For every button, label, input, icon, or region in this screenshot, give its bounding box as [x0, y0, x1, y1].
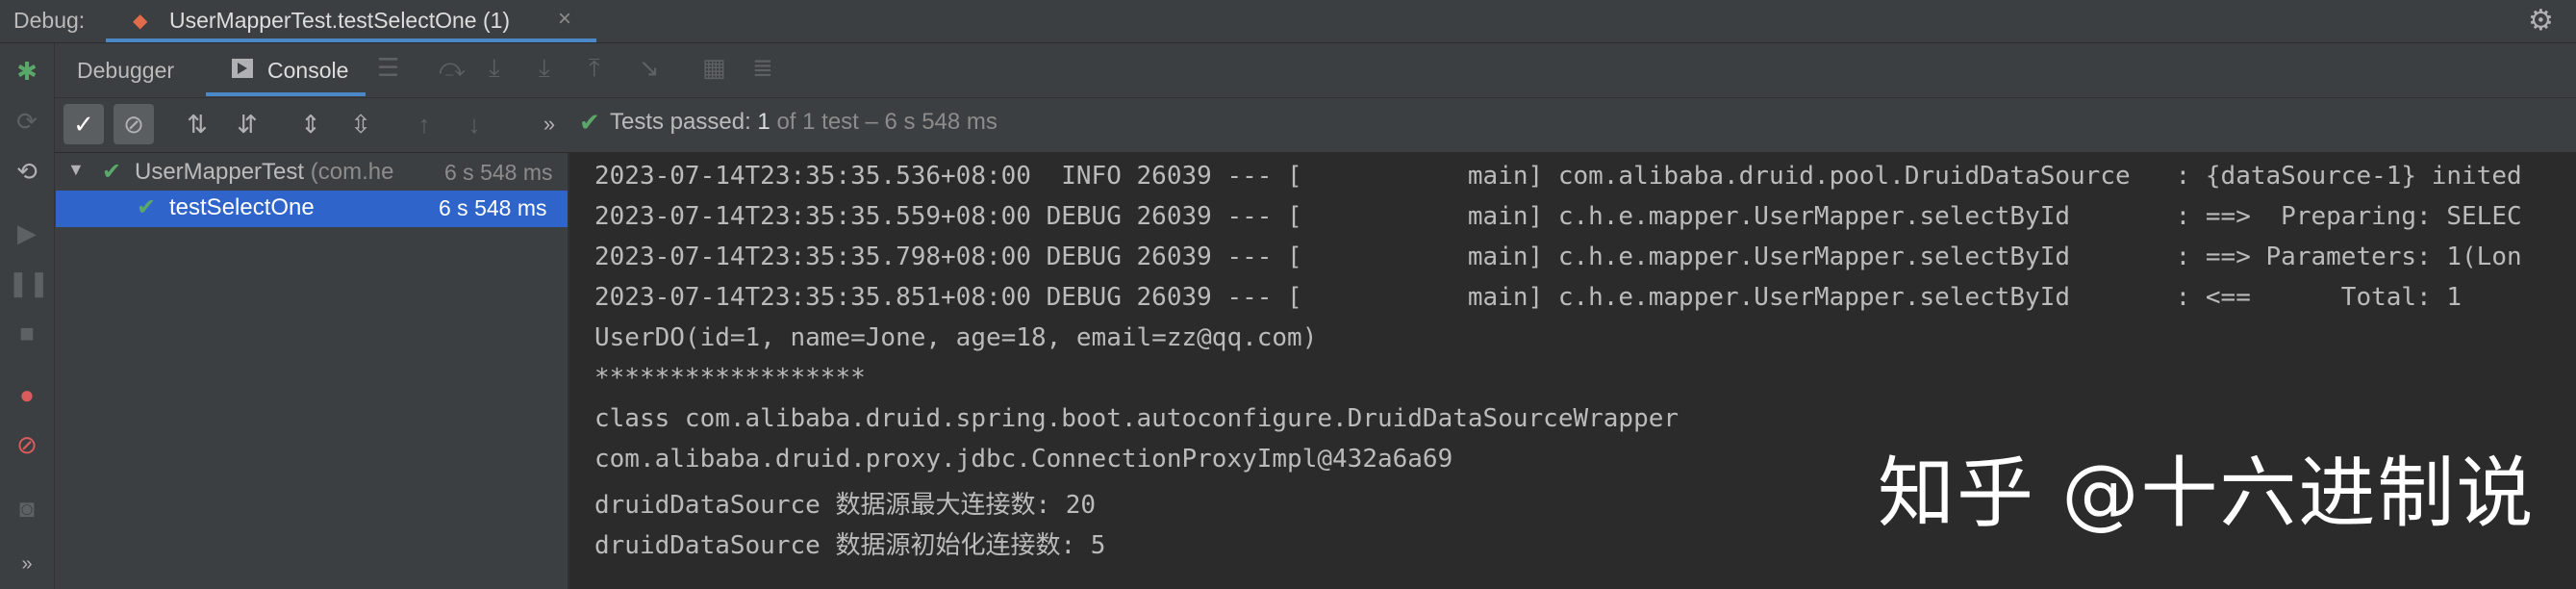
- console-line: class com.alibaba.druid.spring.boot.auto…: [594, 404, 1679, 433]
- console-line: ******************: [594, 364, 866, 393]
- run-tab-underline: [106, 38, 596, 42]
- console-line: com.alibaba.druid.proxy.jdbc.ConnectionP…: [594, 445, 1453, 474]
- test-passed-icon: ✔: [102, 159, 122, 185]
- junit-run-icon: ◆: [133, 11, 148, 32]
- next-failed-icon[interactable]: ↓: [454, 104, 494, 144]
- stop-icon[interactable]: ■: [8, 314, 46, 352]
- more-icon[interactable]: »: [8, 545, 46, 583]
- console-line: 2023-07-14T23:35:35.851+08:00 DEBUG 2603…: [594, 283, 2462, 312]
- show-passed-toggle[interactable]: ✓: [63, 104, 104, 144]
- console-line: 2023-07-14T23:35:35.536+08:00 INFO 26039…: [594, 162, 2522, 191]
- status-passed-label: Tests passed:: [610, 109, 751, 135]
- step-over-icon[interactable]: ⤼: [439, 53, 466, 84]
- debug-tabs-bar: [55, 43, 2576, 98]
- evaluate-expression-icon[interactable]: ▦: [702, 53, 726, 83]
- pause-icon[interactable]: ❚❚: [8, 264, 50, 302]
- expand-arrow-icon[interactable]: ▼: [67, 160, 85, 180]
- mute-breakpoints-icon[interactable]: ⊘: [8, 425, 46, 464]
- settings-restore-icon[interactable]: ⟲: [8, 152, 46, 191]
- test-passed-icon: ✔: [579, 108, 600, 137]
- menu-icon[interactable]: ☰: [377, 53, 399, 83]
- step-into-icon[interactable]: ⤓: [489, 53, 500, 84]
- resume-icon[interactable]: ▶: [8, 214, 46, 252]
- previous-failed-icon[interactable]: ↑: [404, 104, 444, 144]
- step-out-icon[interactable]: ⤒: [589, 53, 600, 84]
- tab-console[interactable]: Console: [267, 58, 348, 84]
- sort-by-duration-icon[interactable]: ⇵: [227, 104, 267, 144]
- tree-item-root[interactable]: UserMapperTest (com.he: [135, 159, 393, 186]
- camera-icon[interactable]: ◙: [8, 489, 46, 527]
- sort-alphabetically-icon[interactable]: ⇅: [177, 104, 217, 144]
- console-line: 2023-07-14T23:35:35.559+08:00 DEBUG 2603…: [594, 202, 2522, 231]
- tree-child-duration: 6 s 548 ms: [439, 195, 547, 220]
- collapse-all-icon[interactable]: ⇳: [341, 104, 381, 144]
- tree-root-package: (com.he: [310, 159, 394, 185]
- more-options-icon[interactable]: »: [529, 104, 569, 144]
- console-line: UserDO(id=1, name=Jone, age=18, email=zz…: [594, 323, 1318, 352]
- tab-debugger[interactable]: Debugger: [77, 58, 174, 84]
- test-status-text: Tests passed: 1 of 1 test – 6 s 548 ms: [610, 109, 998, 136]
- tree-root-name: UserMapperTest: [135, 159, 305, 185]
- status-passed-count: 1: [757, 109, 770, 135]
- force-step-into-icon[interactable]: ⤓: [539, 53, 550, 84]
- run-to-cursor-icon[interactable]: ↘: [639, 53, 660, 83]
- trace-icon[interactable]: ≣: [752, 53, 773, 83]
- run-tab-label[interactable]: UserMapperTest.testSelectOne (1): [169, 8, 510, 34]
- show-ignored-toggle[interactable]: ⊘: [114, 104, 154, 144]
- console-tab-underline: [206, 92, 366, 96]
- close-icon[interactable]: ×: [558, 6, 571, 33]
- test-passed-icon: ✔: [137, 194, 157, 220]
- rerun-icon[interactable]: ⟳: [8, 102, 46, 141]
- debug-bug-icon[interactable]: ✱: [8, 52, 46, 90]
- gear-icon[interactable]: ⚙: [2528, 4, 2554, 38]
- debug-label: Debug:: [13, 8, 86, 33]
- console-line: druidDataSource 数据源最大连接数: 20: [594, 491, 1097, 520]
- status-summary: of 1 test – 6 s 548 ms: [776, 109, 998, 135]
- console-line: 2023-07-14T23:35:35.798+08:00 DEBUG 2603…: [594, 243, 2522, 271]
- tree-root-duration: 6 s 548 ms: [439, 160, 553, 186]
- watermark: 知乎 @十六进制说: [1878, 448, 2536, 538]
- tree-child-name[interactable]: testSelectOne: [169, 194, 315, 221]
- console-line: druidDataSource 数据源初始化连接数: 5: [594, 531, 1106, 560]
- view-breakpoints-icon[interactable]: ●: [8, 375, 46, 414]
- expand-all-icon[interactable]: ⇕: [290, 104, 331, 144]
- console-icon: [232, 59, 253, 78]
